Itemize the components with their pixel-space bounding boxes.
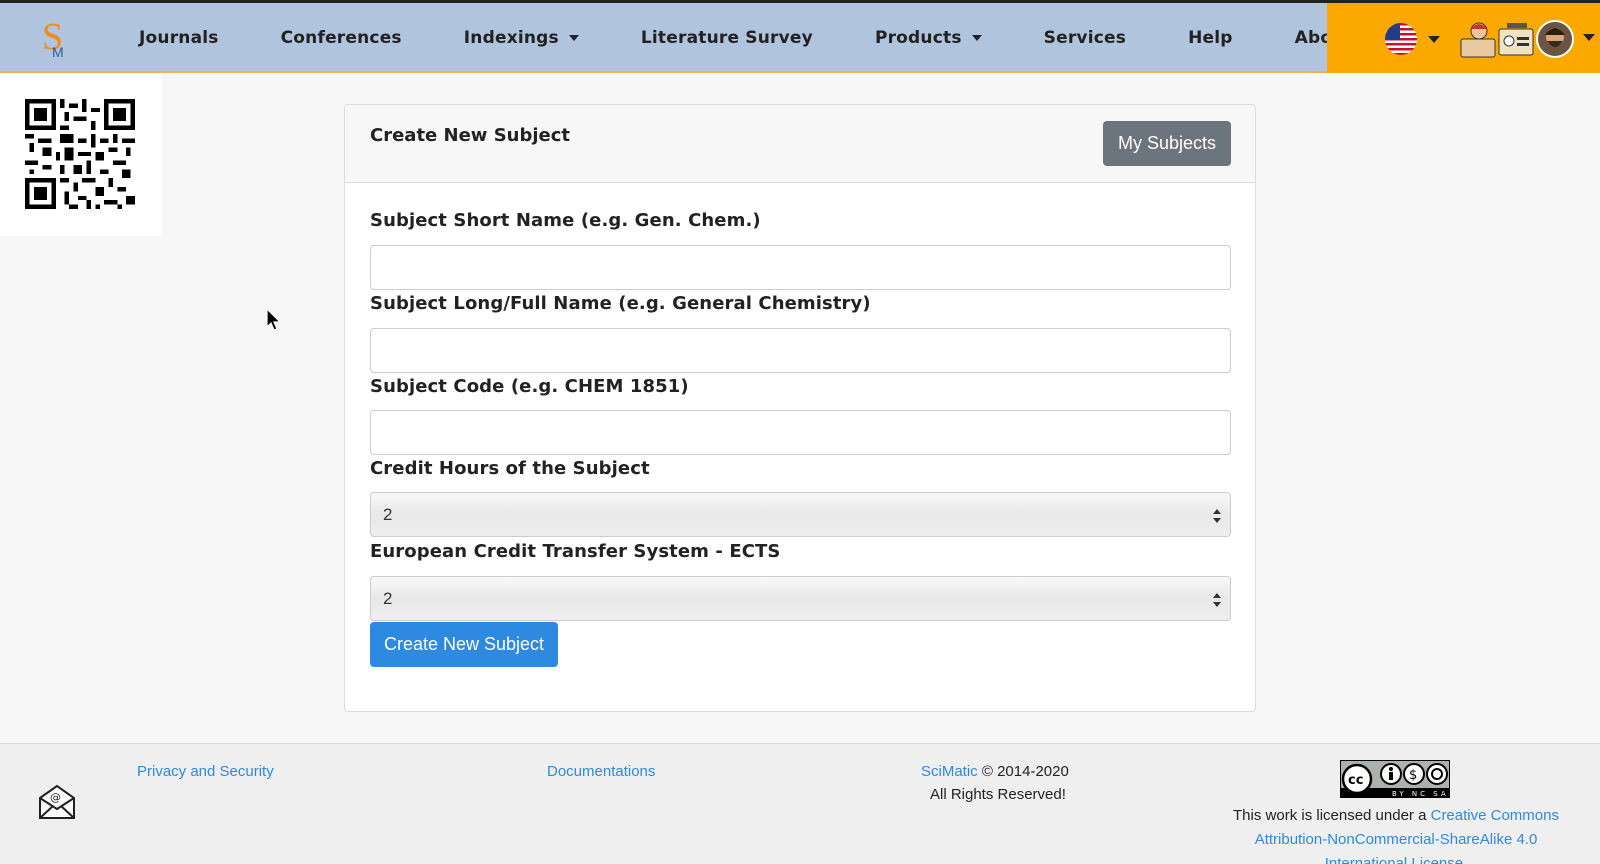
nav-services[interactable]: Services [1013, 28, 1157, 48]
credit-hours-label: Credit Hours of the Subject [370, 458, 650, 479]
ects-label: European Credit Transfer System - ECTS [370, 541, 781, 562]
card-header: Create New Subject My Subjects [345, 105, 1255, 183]
long-name-label: Subject Long/Full Name (e.g. General Che… [370, 293, 871, 314]
rights-text: All Rights Reserved! [930, 786, 1066, 803]
nav-help-label: Help [1188, 28, 1233, 48]
qr-code-icon [25, 99, 135, 209]
qr-code-panel [0, 73, 162, 236]
license-text: This work is licensed under a Creative C… [1226, 804, 1566, 864]
copyright-line: SciMatic © 2014-2020 [921, 763, 1069, 780]
main-nav: Journals Conferences Indexings Literatur… [108, 3, 1404, 73]
creative-commons-badge-icon[interactable]: cc $ BY NC SA [1340, 760, 1450, 798]
short-name-label: Subject Short Name (e.g. Gen. Chem.) [370, 210, 761, 231]
nav-literature-survey[interactable]: Literature Survey [610, 28, 844, 48]
user-area [1327, 3, 1600, 73]
short-name-input[interactable] [370, 245, 1231, 290]
ects-select[interactable]: 2 [370, 576, 1231, 621]
scimatic-link[interactable]: SciMatic [921, 763, 978, 780]
email-icon[interactable]: @ [38, 782, 76, 820]
subject-code-label: Subject Code (e.g. CHEM 1851) [370, 376, 689, 397]
user-avatars-icon[interactable] [1459, 19, 1577, 59]
license-prefix: This work is licensed under a [1233, 807, 1427, 824]
select-arrows-icon [1213, 593, 1221, 607]
scimatic-logo[interactable]: S M [40, 15, 74, 61]
copyright-text: © 2014-2020 [981, 763, 1069, 780]
my-subjects-button[interactable]: My Subjects [1103, 121, 1231, 166]
svg-text:cc: cc [1348, 773, 1363, 788]
nav-indexings[interactable]: Indexings [433, 28, 610, 48]
nav-help[interactable]: Help [1157, 28, 1264, 48]
nav-literature-survey-label: Literature Survey [640, 28, 813, 48]
page-title: Create New Subject [370, 125, 571, 146]
svg-text:M: M [52, 44, 64, 60]
us-flag-icon[interactable] [1385, 23, 1417, 55]
nav-products-label: Products [874, 28, 962, 48]
subject-code-input[interactable] [370, 410, 1231, 455]
license-suffix: . [1463, 855, 1468, 864]
create-subject-button[interactable]: Create New Subject [370, 622, 558, 667]
svg-text:$: $ [1409, 768, 1417, 783]
user-menu-chevron-icon[interactable] [1583, 34, 1595, 41]
documentations-link[interactable]: Documentations [547, 763, 655, 780]
chevron-down-icon [971, 35, 982, 41]
nav-conferences[interactable]: Conferences [250, 28, 433, 48]
nav-indexings-label: Indexings [463, 28, 559, 48]
create-subject-card: Create New Subject My Subjects Subject S… [344, 104, 1256, 712]
nav-services-label: Services [1043, 28, 1127, 48]
nav-conferences-label: Conferences [280, 28, 402, 48]
mouse-cursor-icon [266, 308, 282, 331]
credit-hours-select[interactable]: 2 [370, 492, 1231, 537]
footer: @ Privacy and Security Documentations Sc… [0, 743, 1600, 864]
language-chevron-icon[interactable] [1428, 36, 1440, 43]
top-navbar: S M Journals Conferences Indexings Liter… [0, 0, 1600, 73]
nav-journals-label: Journals [139, 28, 219, 48]
svg-text:@: @ [50, 791, 61, 804]
ects-value: 2 [383, 588, 393, 608]
chevron-down-icon [568, 35, 579, 41]
nav-journals[interactable]: Journals [108, 28, 250, 48]
credit-hours-value: 2 [383, 504, 393, 524]
select-arrows-icon [1213, 509, 1221, 523]
privacy-link[interactable]: Privacy and Security [137, 763, 274, 780]
nav-products[interactable]: Products [844, 28, 1013, 48]
svg-text:BY NC SA: BY NC SA [1392, 790, 1449, 798]
long-name-input[interactable] [370, 328, 1231, 373]
